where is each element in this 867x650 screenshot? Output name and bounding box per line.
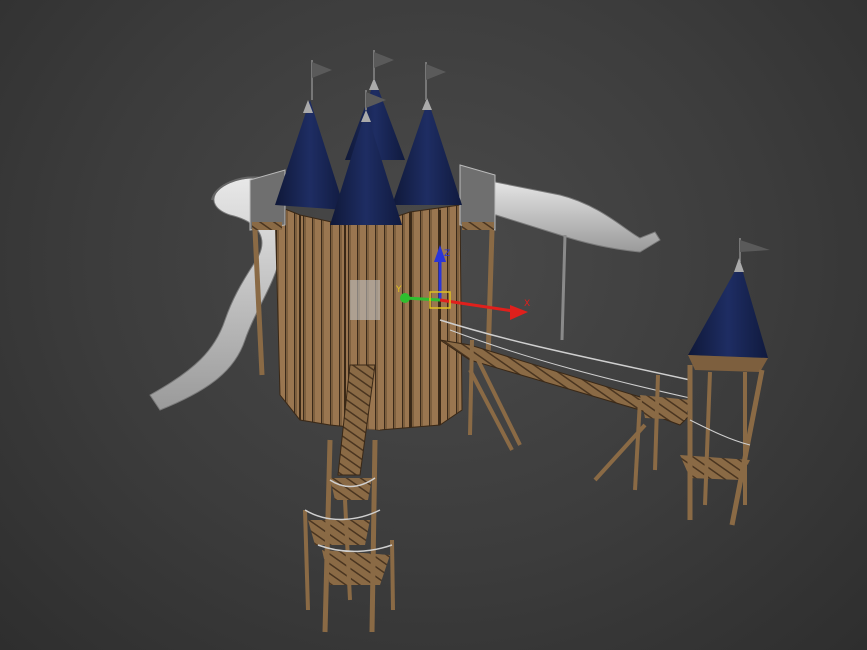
gizmo-x-label: X [524,299,530,309]
scene-canvas[interactable]: X Y Z [0,0,867,650]
gizmo-y-axis[interactable] [404,296,441,302]
right-tube-slide[interactable] [474,177,661,341]
gizmo-y-label: Y [395,285,402,295]
rope-bridge[interactable] [439,319,691,451]
gizmo-z-label: Z [444,249,450,259]
3d-viewport[interactable]: X Y Z [0,0,867,650]
